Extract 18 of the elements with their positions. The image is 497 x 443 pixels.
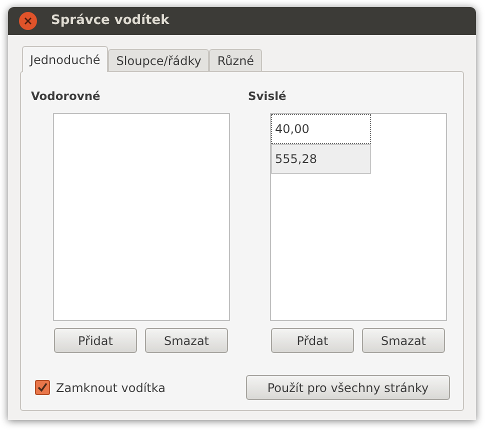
- column-heading: Svislé: [248, 88, 286, 105]
- list-item[interactable]: 40,00: [271, 114, 371, 144]
- guide-button[interactable]: Smazat: [362, 328, 445, 354]
- guide-button[interactable]: Smazat: [145, 328, 228, 354]
- guide-list[interactable]: 40,00 555,28: [270, 113, 447, 322]
- tab[interactable]: Různé: [209, 49, 262, 72]
- list-item[interactable]: 555,28: [271, 144, 371, 174]
- tab[interactable]: Sloupce/řádky: [108, 49, 210, 72]
- column-heading: Vodorovné: [31, 88, 100, 105]
- apply-all-button[interactable]: Použít pro všechny stránky: [246, 375, 450, 400]
- guide-button[interactable]: Přidat: [54, 328, 137, 354]
- tab[interactable]: Jednoduché: [22, 46, 108, 72]
- guide-button[interactable]: Přdat: [271, 328, 354, 354]
- checkbox[interactable]: [35, 380, 50, 396]
- close-button[interactable]: [19, 12, 37, 30]
- close-icon: [24, 17, 32, 25]
- checkbox-label[interactable]: Zamknout vodítka: [56, 378, 166, 397]
- window-title: Správce vodítek: [51, 12, 170, 30]
